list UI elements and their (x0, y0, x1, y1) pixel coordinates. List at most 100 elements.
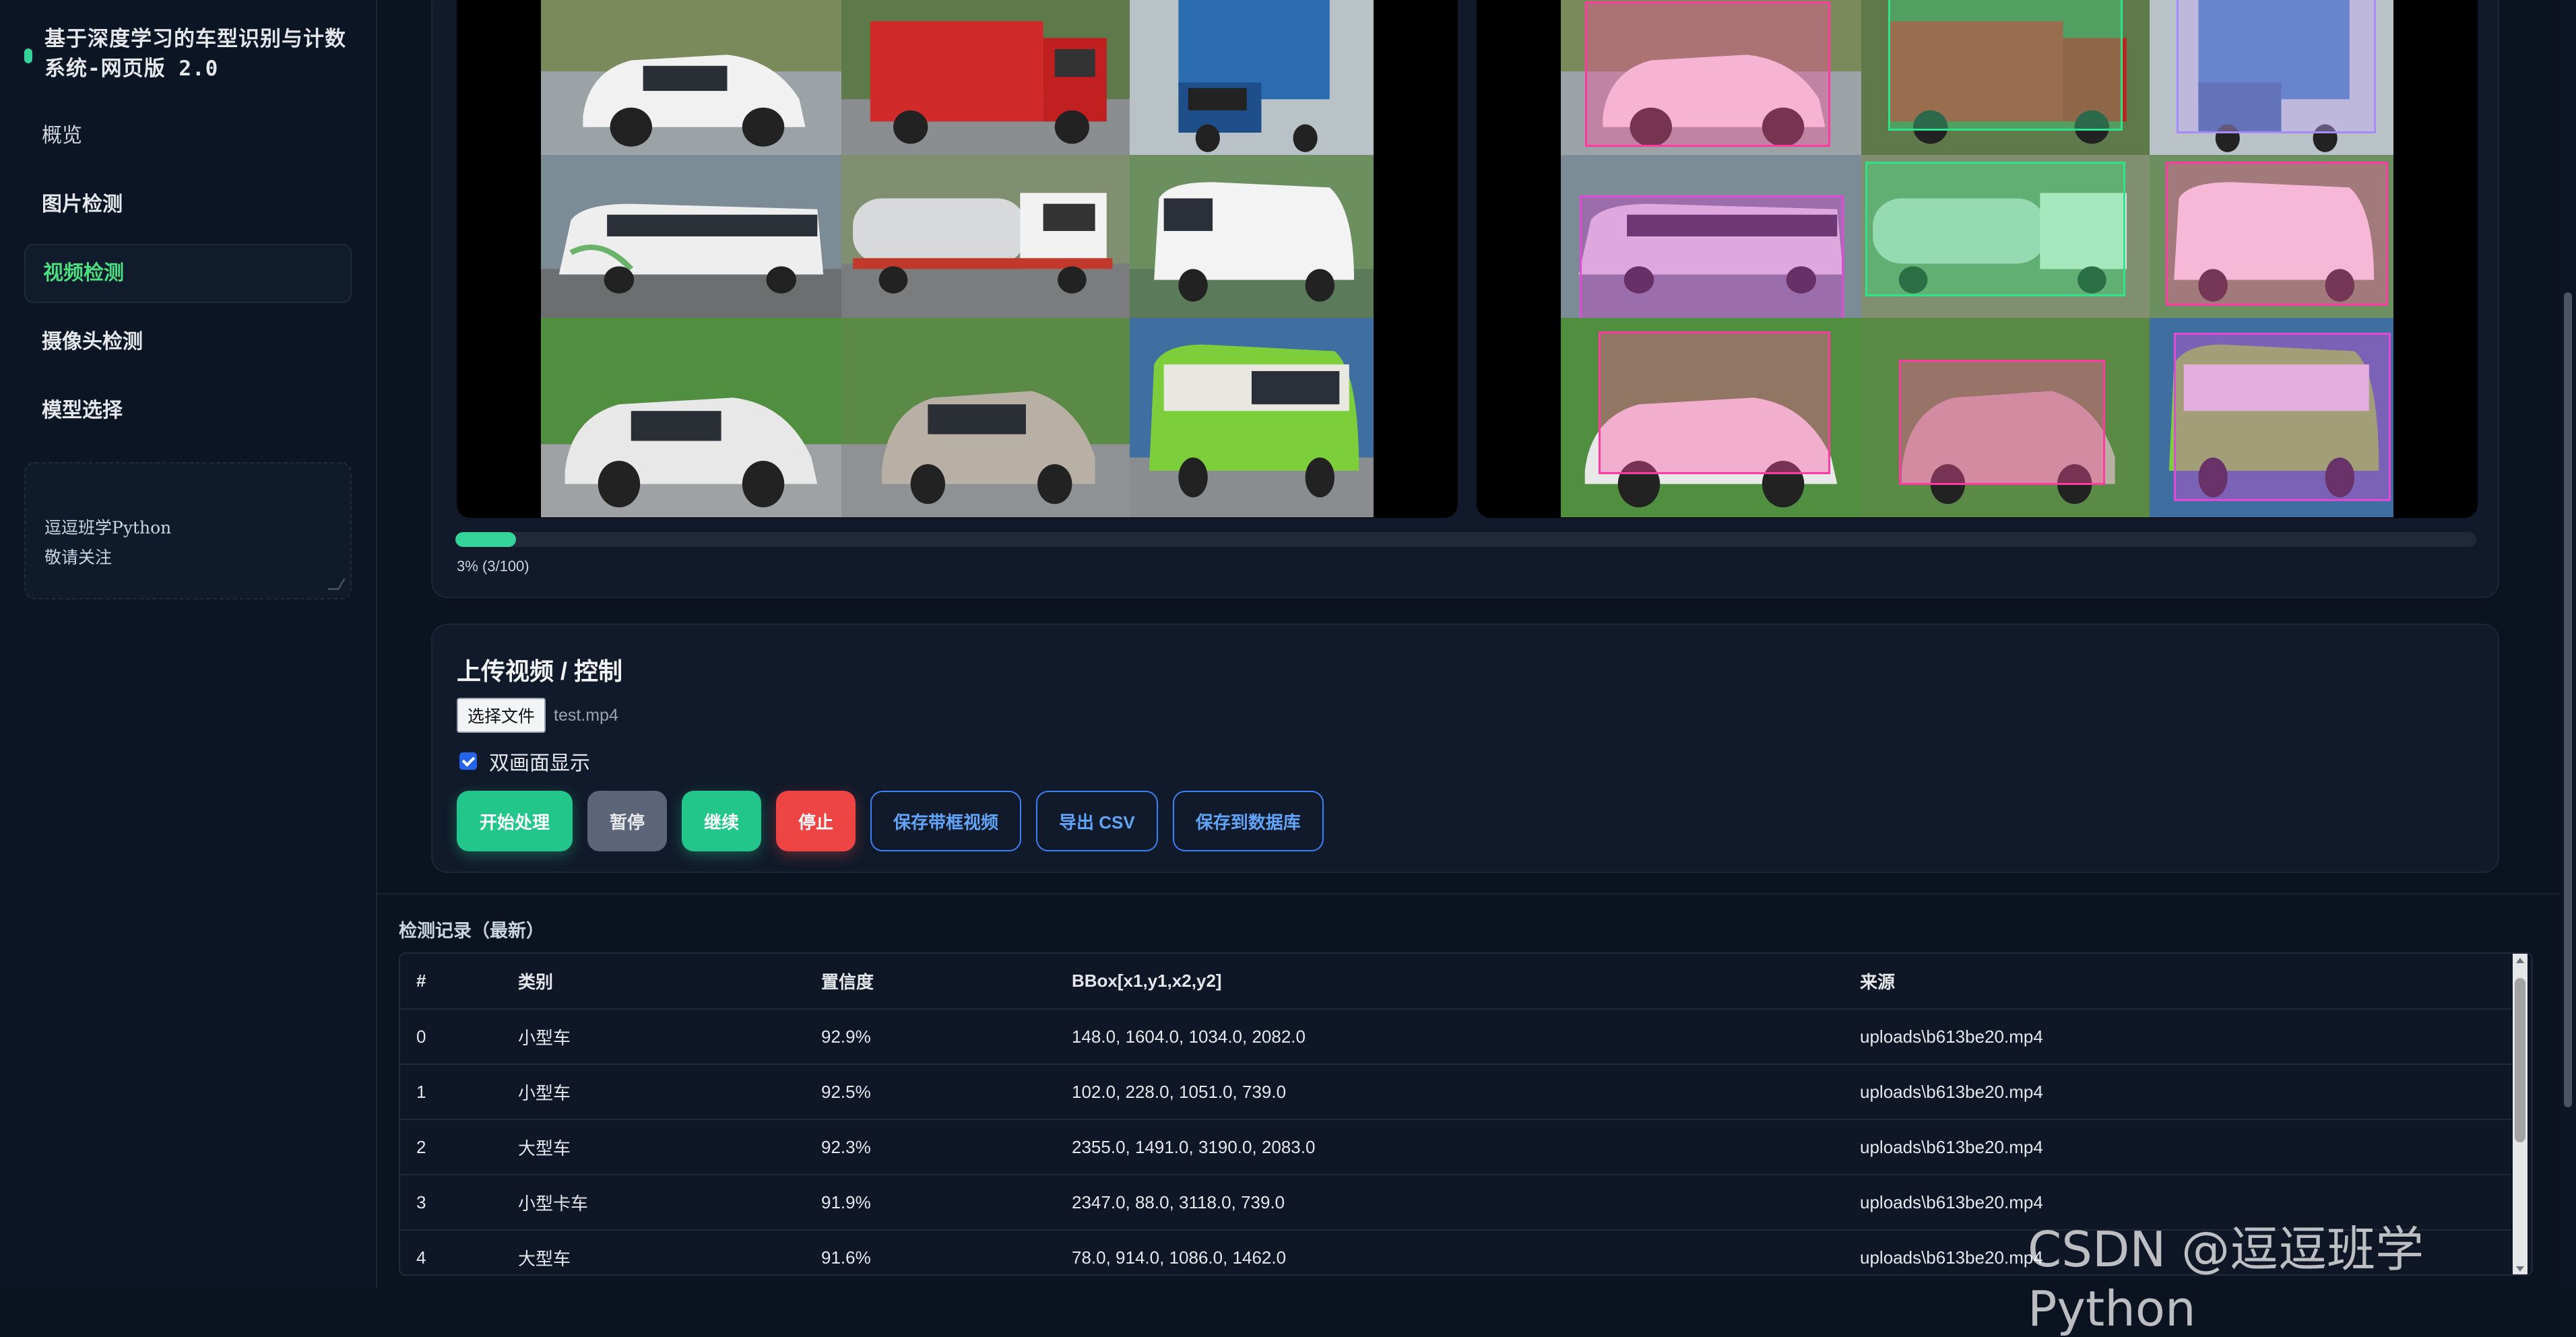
cell-bbox: 2347.0, 88.0, 3118.0, 739.0 (1071, 1175, 1859, 1231)
detection-box (1599, 331, 1830, 474)
resume-button[interactable]: 继续 (682, 791, 761, 851)
frame-tile-tanker-truck (841, 155, 1130, 318)
section-divider (377, 893, 2576, 894)
page-scrollbar[interactable] (2558, 0, 2576, 1288)
pause-button[interactable]: 暂停 (587, 791, 667, 851)
stop-button[interactable]: 停止 (776, 791, 856, 851)
choose-file-button[interactable]: 选择文件 (457, 698, 546, 733)
file-picker: 选择文件 test.mp4 (457, 698, 618, 733)
detection-video-frame (1477, 0, 2478, 518)
watermark: CSDN @逗逗班学Python (2028, 1221, 2424, 1337)
dual-view-label: 双画面显示 (489, 752, 590, 775)
sidebar-item-model-select[interactable]: 模型选择 (24, 381, 352, 441)
table-scroll-thumb[interactable] (2515, 978, 2525, 1142)
detection-box (1865, 162, 2125, 296)
table-row[interactable]: 2 大型车 92.3% 2355.0, 1491.0, 3190.0, 2083… (400, 1119, 2511, 1175)
table-row[interactable]: 1 小型车 92.5% 102.0, 228.0, 1051.0, 739.0 … (400, 1064, 2511, 1120)
scroll-up-icon[interactable] (2516, 958, 2524, 963)
frame-tile-blue-truck (1130, 0, 1374, 155)
cell-confidence: 92.9% (820, 1009, 1071, 1065)
cell-index: 4 (400, 1230, 517, 1274)
frame-tile-coach-bus (541, 155, 841, 318)
cell-confidence: 91.6% (820, 1230, 1071, 1274)
dual-view-checkbox[interactable] (459, 752, 477, 770)
frame-tile-white-van (1130, 155, 1374, 318)
sidebar-item-image-detection[interactable]: 图片检测 (24, 175, 352, 234)
cell-bbox: 148.0, 1604.0, 1034.0, 2082.0 (1071, 1009, 1859, 1065)
col-class[interactable]: 类别 (517, 954, 820, 1010)
note-text: 逗逗班学Python 敬请关注 (44, 518, 172, 567)
detection-frame-mosaic (1561, 0, 2393, 517)
detection-box (1899, 360, 2105, 485)
page-scroll-thumb[interactable] (2564, 292, 2572, 1107)
cell-confidence: 91.9% (820, 1175, 1071, 1231)
det-tile-coach-bus (1561, 155, 1861, 318)
panel-title: 上传视频 / 控制 (457, 657, 623, 685)
cell-class: 小型车 (517, 1064, 820, 1120)
dual-view-option: 双画面显示 (459, 746, 590, 776)
original-frame-mosaic (541, 0, 1374, 517)
frame-tile-suv-white (541, 0, 841, 155)
det-tile-suv (1561, 0, 1861, 155)
frame-tile-fire-truck (841, 0, 1130, 155)
start-button[interactable]: 开始处理 (457, 791, 573, 851)
note-textarea[interactable]: 逗逗班学Python 敬请关注 (24, 462, 352, 599)
cell-class: 小型卡车 (517, 1175, 820, 1231)
cell-index: 3 (400, 1175, 517, 1231)
det-tile-tanker (1861, 155, 2150, 318)
table-header-row: # 类别 置信度 BBox[x1,y1,x2,y2] 来源 (400, 954, 2511, 1010)
cell-index: 1 (400, 1064, 517, 1120)
save-video-button[interactable]: 保存带框视频 (870, 791, 1022, 851)
detection-box (2174, 333, 2391, 501)
cell-confidence: 92.3% (820, 1119, 1071, 1175)
video-panel: 3% (3/100) (431, 0, 2499, 598)
sidebar: 基于深度学习的车型识别与计数系统-网页版 2.0 概览 图片检测 视频检测 摄像… (0, 0, 377, 1288)
cell-source: uploads\b613be20.mp4 (1859, 1064, 2511, 1120)
detection-box (2177, 0, 2376, 133)
records-title: 检测记录（最新） (399, 921, 544, 941)
selected-file-name: test.mp4 (554, 705, 618, 725)
col-index[interactable]: # (400, 954, 517, 1010)
cell-index: 0 (400, 1009, 517, 1065)
sidebar-item-video-detection[interactable]: 视频检测 (24, 244, 352, 303)
col-source[interactable]: 来源 (1859, 954, 2511, 1010)
sidebar-item-overview[interactable]: 概览 (24, 106, 352, 166)
sidebar-item-camera-detection[interactable]: 摄像头检测 (24, 313, 352, 372)
app-title: 基于深度学习的车型识别与计数系统-网页版 2.0 (44, 27, 346, 81)
status-dot-icon (24, 48, 32, 63)
frame-tile-silver-mpv (841, 318, 1130, 517)
sidebar-nav: 概览 图片检测 视频检测 摄像头检测 模型选择 (24, 106, 352, 450)
det-tile-van (2150, 155, 2393, 318)
det-tile-mpv (1861, 318, 2150, 517)
progress-fill (455, 532, 516, 547)
detection-box (1888, 0, 2123, 131)
detection-box (2166, 162, 2388, 306)
cell-class: 大型车 (517, 1230, 820, 1274)
frame-tile-green-minibus (1130, 318, 1374, 517)
detection-box (1580, 195, 1844, 318)
col-confidence[interactable]: 置信度 (820, 954, 1071, 1010)
cell-class: 大型车 (517, 1119, 820, 1175)
export-csv-button[interactable]: 导出 CSV (1036, 791, 1158, 851)
cell-bbox: 102.0, 228.0, 1051.0, 739.0 (1071, 1064, 1859, 1120)
action-buttons: 开始处理 暂停 继续 停止 保存带框视频 导出 CSV 保存到数据库 (457, 791, 1339, 851)
cell-confidence: 92.5% (820, 1064, 1071, 1120)
progress-bar (455, 532, 2476, 547)
table-row[interactable]: 0 小型车 92.9% 148.0, 1604.0, 1034.0, 2082.… (400, 1009, 2511, 1065)
det-tile-minibus (2150, 318, 2393, 517)
brand: 基于深度学习的车型识别与计数系统-网页版 2.0 (24, 24, 354, 84)
cell-bbox: 78.0, 914.0, 1086.0, 1462.0 (1071, 1230, 1859, 1274)
progress-text: 3% (3/100) (457, 558, 529, 575)
det-tile-blue-truck (2150, 0, 2393, 155)
cell-index: 2 (400, 1119, 517, 1175)
upload-control-panel: 上传视频 / 控制 选择文件 test.mp4 双画面显示 开始处理 暂停 继续… (431, 624, 2499, 873)
cell-class: 小型车 (517, 1009, 820, 1065)
det-tile-fire-truck (1861, 0, 2150, 155)
save-db-button[interactable]: 保存到数据库 (1172, 791, 1324, 851)
frame-tile-white-suv (541, 318, 841, 517)
det-tile-white-suv (1561, 318, 1861, 517)
col-bbox[interactable]: BBox[x1,y1,x2,y2] (1071, 954, 1859, 1010)
cell-source: uploads\b613be20.mp4 (1859, 1119, 2511, 1175)
detection-box (1585, 1, 1830, 147)
resize-grip-icon[interactable] (327, 579, 346, 590)
